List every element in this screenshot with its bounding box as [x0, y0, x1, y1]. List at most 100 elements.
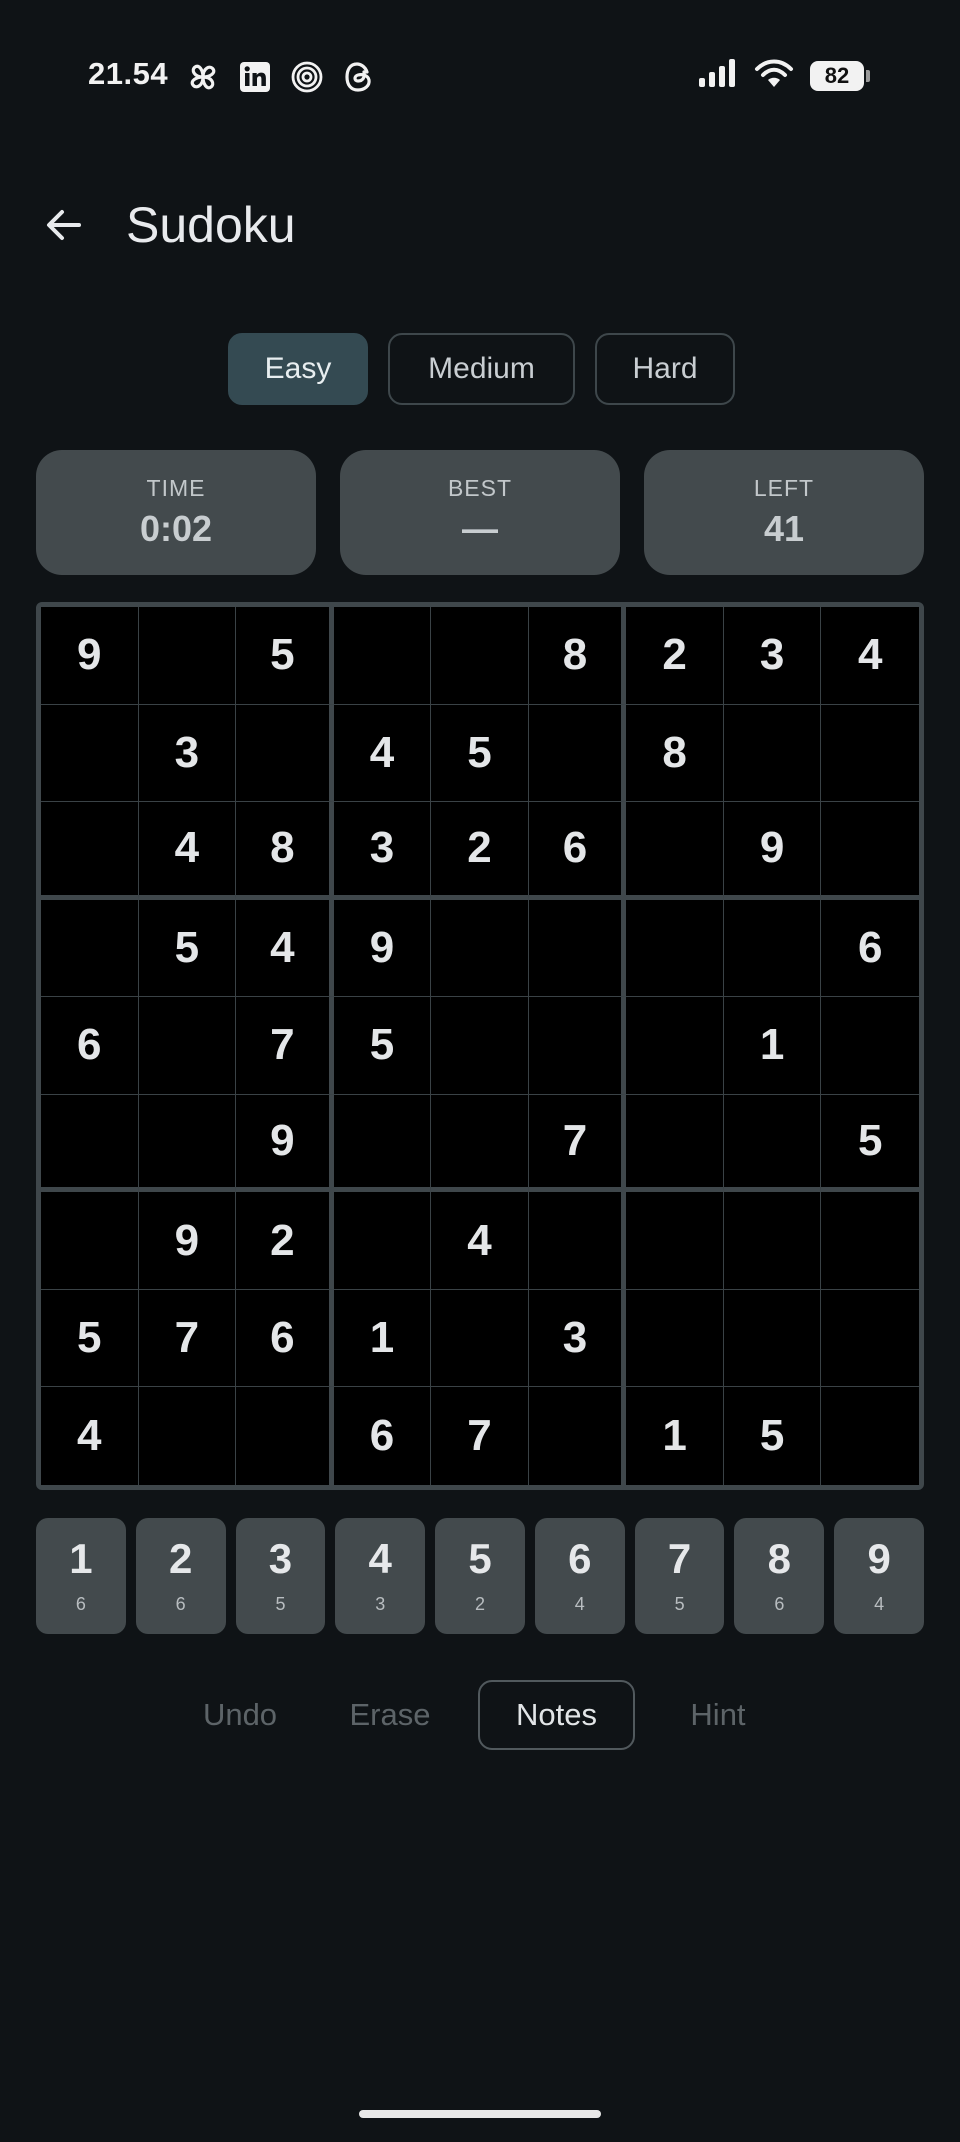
board-cell[interactable]: 4: [821, 607, 919, 705]
difficulty-medium-button[interactable]: Medium: [388, 333, 575, 405]
board-cell[interactable]: [821, 704, 919, 803]
board-cell[interactable]: [138, 1387, 237, 1485]
board-cell[interactable]: [41, 899, 139, 998]
board-cell[interactable]: [236, 1387, 334, 1485]
notes-button[interactable]: Notes: [478, 1680, 635, 1750]
number-key-8[interactable]: 86: [734, 1518, 825, 1634]
difficulty-hard-button[interactable]: Hard: [595, 333, 735, 405]
board-cell[interactable]: 5: [723, 1387, 822, 1485]
board-cell[interactable]: 4: [236, 899, 334, 998]
board-cell[interactable]: [626, 1289, 724, 1388]
board-cell[interactable]: [138, 607, 237, 705]
home-indicator[interactable]: [359, 2110, 601, 2118]
board-cell[interactable]: 8: [528, 607, 627, 705]
board-cell[interactable]: [723, 1094, 822, 1193]
number-key-3[interactable]: 35: [235, 1518, 326, 1634]
board-cell[interactable]: [431, 899, 529, 998]
board-cell[interactable]: [236, 704, 334, 803]
board-cell[interactable]: [138, 1094, 237, 1193]
board-cell[interactable]: 9: [138, 1192, 237, 1290]
number-key-6[interactable]: 64: [534, 1518, 625, 1634]
board-cell[interactable]: 3: [528, 1289, 627, 1388]
arrow-left-icon: [47, 210, 81, 240]
board-cell[interactable]: [431, 1289, 529, 1388]
board-cell[interactable]: 6: [41, 997, 139, 1095]
board-cell[interactable]: [626, 1192, 724, 1290]
board-cell[interactable]: [528, 899, 627, 998]
board-cell[interactable]: [333, 1094, 432, 1193]
board-cell[interactable]: 7: [431, 1387, 529, 1485]
board-cell[interactable]: [431, 997, 529, 1095]
board-cell[interactable]: 1: [723, 997, 822, 1095]
board-cell[interactable]: 6: [333, 1387, 432, 1485]
board-cell[interactable]: [723, 1192, 822, 1290]
board-cell[interactable]: [821, 802, 919, 900]
board-cell[interactable]: [431, 1094, 529, 1193]
board-cell[interactable]: 5: [431, 704, 529, 803]
board-cell[interactable]: 6: [528, 802, 627, 900]
board-cell[interactable]: [333, 607, 432, 705]
board-cell[interactable]: 3: [723, 607, 822, 705]
board-cell[interactable]: [626, 802, 724, 900]
board-cell[interactable]: 3: [333, 802, 432, 900]
board-cell[interactable]: 7: [138, 1289, 237, 1388]
board-cell[interactable]: [41, 802, 139, 900]
board-cell[interactable]: [528, 704, 627, 803]
board-cell[interactable]: [626, 1094, 724, 1193]
board-cell[interactable]: 5: [236, 607, 334, 705]
board-cell[interactable]: 9: [333, 899, 432, 998]
board-cell[interactable]: 1: [626, 1387, 724, 1485]
undo-button[interactable]: Undo: [180, 1680, 300, 1750]
board-cell[interactable]: 3: [138, 704, 237, 803]
board-cell[interactable]: [528, 1387, 627, 1485]
board-cell[interactable]: [723, 704, 822, 803]
board-cell[interactable]: [821, 1289, 919, 1388]
hint-button[interactable]: Hint: [658, 1680, 778, 1750]
board-cell[interactable]: 7: [528, 1094, 627, 1193]
back-button[interactable]: [34, 195, 94, 255]
board-cell[interactable]: [41, 704, 139, 803]
number-key-9[interactable]: 94: [834, 1518, 925, 1634]
board-cell[interactable]: 9: [723, 802, 822, 900]
board-cell[interactable]: [528, 997, 627, 1095]
board-cell[interactable]: 5: [138, 899, 237, 998]
number-key-7[interactable]: 75: [634, 1518, 725, 1634]
number-key-4[interactable]: 43: [335, 1518, 426, 1634]
difficulty-easy-button[interactable]: Easy: [228, 333, 368, 405]
erase-button[interactable]: Erase: [330, 1680, 450, 1750]
board-cell[interactable]: 5: [821, 1094, 919, 1193]
board-cell[interactable]: 5: [333, 997, 432, 1095]
board-cell[interactable]: 7: [236, 997, 334, 1095]
board-cell[interactable]: 2: [626, 607, 724, 705]
board-cell[interactable]: 4: [138, 802, 237, 900]
board-cell[interactable]: [41, 1094, 139, 1193]
board-cell[interactable]: [626, 899, 724, 998]
board-cell[interactable]: 1: [333, 1289, 432, 1388]
board-cell[interactable]: 4: [333, 704, 432, 803]
number-key-1[interactable]: 16: [36, 1518, 126, 1634]
board-cell[interactable]: [41, 1192, 139, 1290]
board-cell[interactable]: 8: [626, 704, 724, 803]
board-cell[interactable]: 6: [821, 899, 919, 998]
number-key-2[interactable]: 26: [135, 1518, 226, 1634]
board-cell[interactable]: [528, 1192, 627, 1290]
board-cell[interactable]: 2: [236, 1192, 334, 1290]
board-cell[interactable]: [626, 997, 724, 1095]
board-cell[interactable]: 5: [41, 1289, 139, 1388]
board-cell[interactable]: [821, 997, 919, 1095]
board-cell[interactable]: [821, 1387, 919, 1485]
board-cell[interactable]: 8: [236, 802, 334, 900]
board-cell[interactable]: 6: [236, 1289, 334, 1388]
board-cell[interactable]: [333, 1192, 432, 1290]
board-cell[interactable]: [821, 1192, 919, 1290]
board-cell[interactable]: 4: [41, 1387, 139, 1485]
board-cell[interactable]: [431, 607, 529, 705]
board-cell[interactable]: [723, 1289, 822, 1388]
board-cell[interactable]: [138, 997, 237, 1095]
board-cell[interactable]: [723, 899, 822, 998]
board-cell[interactable]: 9: [41, 607, 139, 705]
board-cell[interactable]: 4: [431, 1192, 529, 1290]
number-key-5[interactable]: 52: [435, 1518, 525, 1634]
board-cell[interactable]: 2: [431, 802, 529, 900]
board-cell[interactable]: 9: [236, 1094, 334, 1193]
